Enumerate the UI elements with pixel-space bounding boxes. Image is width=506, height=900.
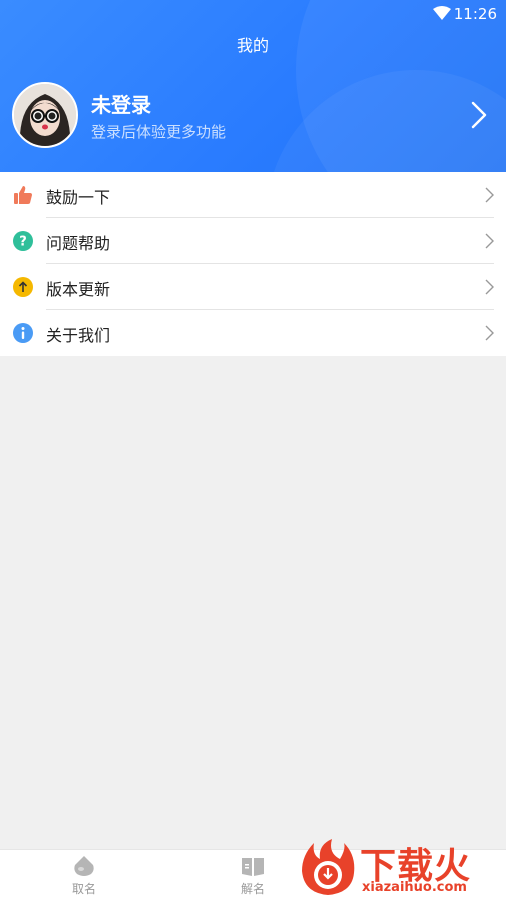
user-name[interactable]: 未登录: [91, 89, 151, 118]
status-time: 11:26: [453, 5, 497, 23]
svg-text:?: ?: [19, 235, 27, 250]
page-title: 我的: [236, 36, 269, 55]
menu-item-help[interactable]: ? 问题帮助: [0, 218, 506, 264]
chevron-right-icon: [485, 187, 494, 203]
settings-menu: 鼓励一下 ? 问题帮助 版本更新 关于我们: [0, 172, 506, 356]
chevron-right-icon: [485, 279, 494, 295]
menu-item-label: 问题帮助: [46, 234, 111, 253]
book-icon: [242, 858, 264, 876]
tab-label: 取名: [71, 882, 96, 896]
tab-naming[interactable]: 取名: [21, 850, 147, 900]
menu-item-about[interactable]: 关于我们: [0, 310, 506, 356]
naming-icon: [74, 856, 94, 876]
flame-logo-icon: [302, 839, 355, 895]
thumbs-up-icon: [14, 186, 32, 204]
menu-item-label: 版本更新: [46, 280, 111, 299]
login-hint: 登录后体验更多功能: [91, 123, 227, 141]
menu-item-update[interactable]: 版本更新: [0, 264, 506, 310]
profile-header: 11:26 我的 未登录 登录后体验更多功能: [0, 0, 506, 172]
upgrade-icon: [13, 277, 33, 297]
chevron-right-icon[interactable]: [470, 100, 488, 130]
avatar[interactable]: [12, 82, 78, 148]
question-icon: ?: [13, 231, 33, 251]
watermark-logo: 下载火 xiazaihuo.com: [298, 833, 506, 900]
menu-item-label: 关于我们: [46, 326, 111, 345]
info-icon: [13, 323, 33, 343]
wifi-icon: [433, 6, 451, 20]
chevron-right-icon: [485, 233, 494, 249]
menu-item-label: 鼓励一下: [46, 188, 111, 207]
avatar-image: [14, 84, 76, 146]
menu-item-encourage[interactable]: 鼓励一下: [0, 172, 506, 218]
watermark-url: xiazaihuo.com: [362, 880, 467, 895]
chevron-right-icon: [485, 325, 494, 341]
status-bar: 11:26: [0, 0, 506, 28]
